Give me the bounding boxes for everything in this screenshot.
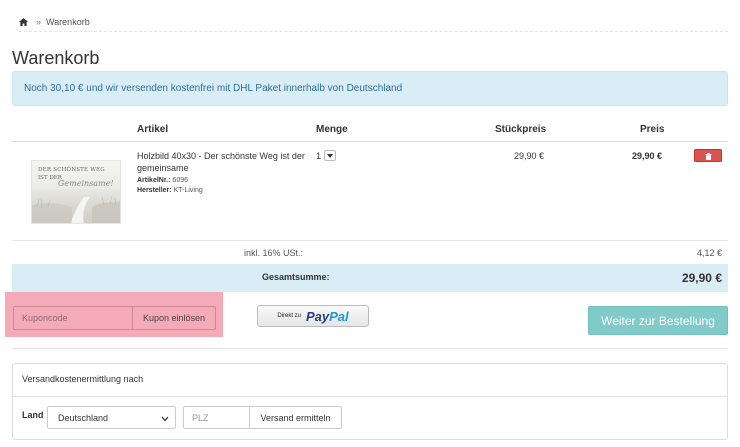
- home-icon[interactable]: [19, 17, 28, 26]
- line-total: 29,90 €: [631, 151, 662, 161]
- coupon-input[interactable]: [13, 306, 133, 330]
- checkout-button[interactable]: Weiter zur Bestellung: [588, 306, 728, 335]
- chevron-down-icon[interactable]: [324, 150, 337, 161]
- header-unit-price: Stückpreis: [495, 124, 547, 135]
- total-row: [12, 264, 728, 292]
- header-divider: [12, 141, 728, 142]
- page-title: Warenkorb: [12, 48, 100, 68]
- breadcrumb-current: Warenkorb: [46, 16, 90, 27]
- image-text-script: Gemeinsame!: [58, 179, 114, 188]
- country-value: Deutschland: [58, 412, 109, 423]
- unit-price: 29,90 €: [513, 151, 544, 161]
- product-article-no: ArtikelNr.: 6096: [137, 177, 188, 184]
- image-text-line1: DER SCHÖNSTE WEG: [38, 167, 105, 173]
- paypal-button[interactable]: Direkt zu PayPal: [257, 305, 369, 327]
- product-image[interactable]: DER SCHÖNSTE WEG IST DER Gemeinsame!: [31, 160, 121, 224]
- postal-code-input[interactable]: [183, 406, 250, 429]
- tax-value: 4,12 €: [696, 248, 722, 258]
- product-manufacturer: Hersteller: KT-Living: [137, 187, 203, 194]
- section-divider: [12, 348, 728, 349]
- quantity-select[interactable]: 1: [316, 150, 337, 161]
- paypal-logo: PayPal: [306, 308, 349, 324]
- shipping-divider: [13, 396, 727, 397]
- country-label: Land: [22, 410, 44, 420]
- header-quantity: Menge: [316, 124, 348, 135]
- chevron-down-icon: [161, 414, 169, 424]
- country-select[interactable]: Deutschland: [47, 406, 176, 429]
- trash-icon: [705, 147, 712, 165]
- paypal-prefix: Direkt zu: [277, 313, 301, 319]
- total-label: Gesamtsumme:: [262, 272, 330, 282]
- manufacturer-value: KT-Living: [173, 187, 203, 194]
- row-divider: [12, 240, 728, 241]
- quantity-value: 1: [316, 150, 322, 161]
- delete-item-button[interactable]: [694, 149, 722, 162]
- header-article: Artikel: [137, 124, 169, 135]
- article-no-value: 6096: [172, 177, 188, 184]
- header-price: Preis: [640, 124, 665, 135]
- shipping-calculator-title: Versandkostenermittlung nach: [22, 374, 144, 384]
- calculate-shipping-button[interactable]: Versand ermitteln: [249, 406, 342, 429]
- total-value: 29,90 €: [681, 271, 722, 285]
- shipping-notice: Noch 30,10 € und wir versenden kostenfre…: [12, 71, 728, 106]
- tax-label: inkl. 16% USt.:: [244, 248, 304, 258]
- product-name[interactable]: Holzbild 40x30 - Der schönste Weg ist de…: [137, 150, 309, 174]
- redeem-coupon-button[interactable]: Kupon einlösen: [132, 306, 216, 330]
- article-no-label: ArtikelNr.:: [137, 177, 171, 184]
- cart-table-header: Artikel Menge Stückpreis Preis: [0, 124, 740, 140]
- breadcrumb-separator: »: [36, 16, 42, 27]
- manufacturer-label: Hersteller:: [137, 187, 172, 194]
- breadcrumb: » Warenkorb: [19, 12, 728, 32]
